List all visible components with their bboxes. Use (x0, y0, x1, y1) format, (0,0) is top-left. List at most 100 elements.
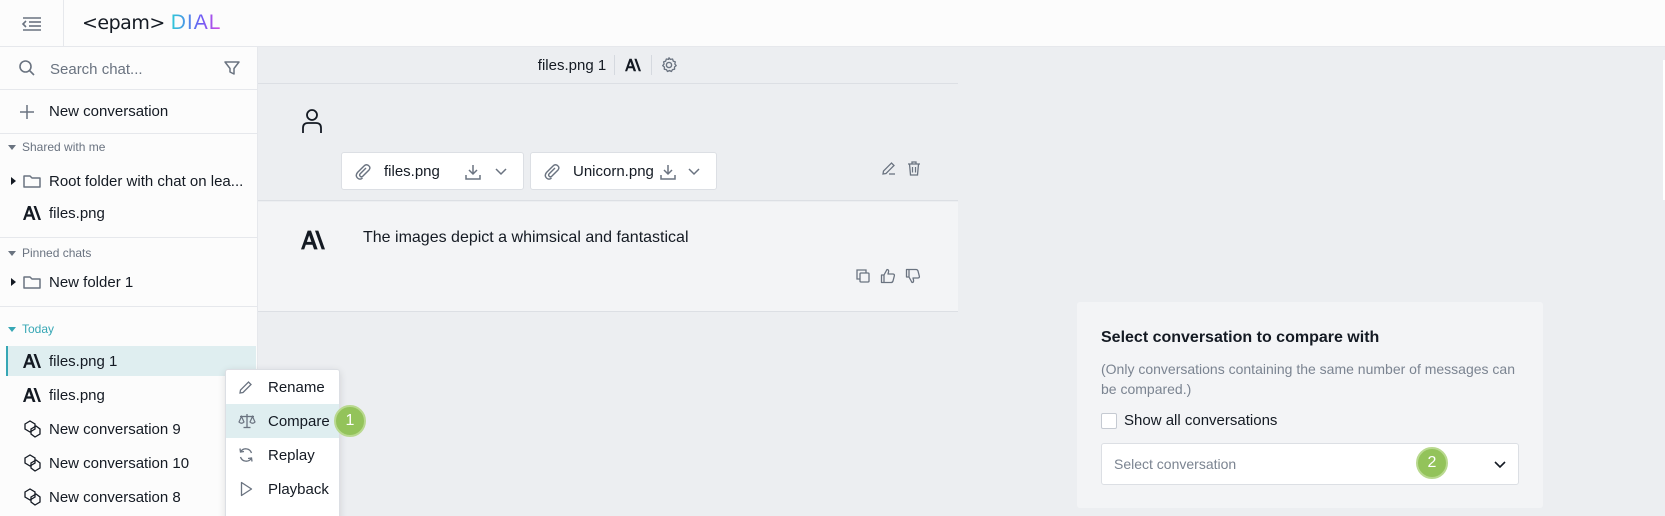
caret-right-icon (11, 177, 16, 185)
app-logo: <epam> DIAL (82, 10, 221, 36)
anthropic-icon (301, 230, 325, 250)
context-menu: Rename Compare Replay Playback (225, 369, 340, 516)
sidebar-item-files-png[interactable]: files.png (0, 380, 258, 410)
gear-icon[interactable] (660, 56, 678, 74)
replay-icon (239, 448, 253, 462)
sidebar-item-label: files.png (49, 386, 105, 404)
sidebar-item-label: New conversation 9 (49, 420, 181, 438)
caret-down-icon (8, 144, 16, 150)
paperclip-icon (355, 164, 371, 180)
show-all-label[interactable]: Show all conversations (1124, 412, 1277, 429)
show-all-checkbox[interactable] (1101, 413, 1117, 429)
sidebar-item-new-conversation-9[interactable]: New conversation 9 (0, 414, 258, 444)
new-conversation-label: New conversation (49, 103, 169, 120)
user-avatar-icon (302, 109, 322, 133)
menu-item-label: Replay (268, 446, 315, 464)
search-input[interactable] (50, 58, 210, 80)
assistant-message-text: The images depict a whimsical and fantas… (363, 229, 689, 246)
sidebar-item-label: New conversation 10 (49, 454, 190, 472)
menu-toggle-button[interactable] (0, 0, 64, 47)
sidebar-item-label: files.png 1 (49, 352, 118, 370)
plus-icon (19, 104, 35, 120)
folder-icon (23, 175, 41, 188)
caret-down-icon (8, 250, 16, 256)
anthropic-icon (23, 354, 41, 368)
sidebar-item-new-folder-1[interactable]: New folder 1 (0, 267, 258, 297)
menu-item-rename[interactable]: Rename (226, 370, 339, 404)
chat-title: files.png 1 (537, 56, 607, 74)
divider (614, 55, 616, 75)
scales-icon (238, 414, 256, 429)
caret-right-icon (11, 278, 16, 286)
pinned-section-title[interactable]: Pinned chats (0, 241, 258, 265)
edit-icon[interactable] (881, 160, 897, 176)
new-conversation-button[interactable]: New conversation (0, 90, 258, 134)
pinned-section: Pinned chats (0, 241, 258, 265)
logo-epam: <epam> (82, 12, 165, 34)
select-conversation-dropdown[interactable]: Select conversation (1101, 443, 1519, 485)
today-section-title[interactable]: Today (0, 317, 258, 341)
sidebar-item-files-png-1[interactable]: files.png 1 (6, 346, 256, 376)
divider (651, 55, 653, 75)
anthropic-icon (23, 206, 41, 220)
attachment-name: files.png (384, 162, 440, 180)
compare-note: (Only conversations containing the same … (1101, 361, 1515, 397)
shared-section-title[interactable]: Shared with me (0, 135, 258, 159)
chat-header: files.png 1 (258, 47, 958, 84)
thumbs-down-icon[interactable] (905, 268, 921, 284)
anthropic-icon (625, 58, 642, 72)
logo-dial: DIAL (170, 11, 222, 34)
attachment-files-png[interactable]: files.png (341, 152, 524, 190)
trash-icon[interactable] (906, 160, 922, 176)
sidebar-item-label: Root folder with chat on lea... (49, 172, 244, 190)
app-header: <epam> DIAL (0, 0, 1665, 47)
chevron-down-icon[interactable] (494, 165, 508, 179)
attachment-unicorn-png[interactable]: Unicorn.png (530, 152, 717, 190)
compare-panel: Select conversation to compare with (Onl… (1077, 302, 1543, 508)
folder-icon (23, 276, 41, 289)
menu-item-compare[interactable]: Compare (226, 404, 339, 438)
compare-title: Select conversation to compare with (1101, 329, 1380, 346)
model-icon (24, 420, 41, 438)
caret-down-icon (8, 326, 16, 332)
menu-item-label: Rename (268, 378, 325, 396)
chevron-down-icon (1494, 461, 1506, 469)
pencil-icon (239, 381, 252, 394)
thumbs-up-icon[interactable] (880, 268, 896, 284)
divider (0, 306, 258, 307)
chat-area: files.png 1 files.png Unicorn.png The im… (258, 47, 958, 516)
chevron-down-icon[interactable] (687, 165, 701, 179)
sidebar-item-new-conversation-10[interactable]: New conversation 10 (0, 448, 258, 478)
shared-section: Shared with me (0, 135, 258, 159)
select-conversation-placeholder: Select conversation (1114, 456, 1237, 472)
sidebar-item-label: files.png (49, 204, 105, 222)
search-icon (19, 60, 35, 76)
menu-item-label: Playback (268, 480, 329, 498)
download-icon[interactable] (659, 163, 677, 181)
divider (0, 237, 258, 238)
step-badge-2: 2 (1416, 447, 1448, 479)
step-badge-1: 1 (334, 405, 366, 437)
play-icon (240, 481, 253, 497)
assistant-message: The images depict a whimsical and fantas… (258, 202, 958, 312)
model-icon (24, 454, 41, 472)
menu-item-playback[interactable]: Playback (226, 472, 339, 506)
today-section: Today (0, 317, 258, 341)
sidebar-item-label: New conversation 8 (49, 488, 181, 506)
menu-item-replay[interactable]: Replay (226, 438, 339, 472)
model-icon (24, 488, 41, 506)
menu-collapse-icon (21, 16, 41, 31)
filter-icon[interactable] (223, 59, 241, 77)
download-icon[interactable] (464, 163, 482, 181)
sidebar-item-root-folder[interactable]: Root folder with chat on lea... (0, 166, 258, 196)
search-row (0, 47, 258, 90)
anthropic-icon (23, 388, 41, 402)
paperclip-icon (544, 164, 560, 180)
sidebar-item-new-conversation-8[interactable]: New conversation 8 (0, 482, 258, 512)
attachment-name: Unicorn.png (573, 162, 654, 180)
sidebar-item-label: New folder 1 (49, 273, 134, 291)
menu-item-label: Compare (268, 412, 330, 430)
copy-icon[interactable] (855, 268, 871, 284)
chat-sidebar: New conversation Shared with me Root fol… (0, 47, 258, 516)
sidebar-item-files-png-shared[interactable]: files.png (0, 198, 258, 228)
